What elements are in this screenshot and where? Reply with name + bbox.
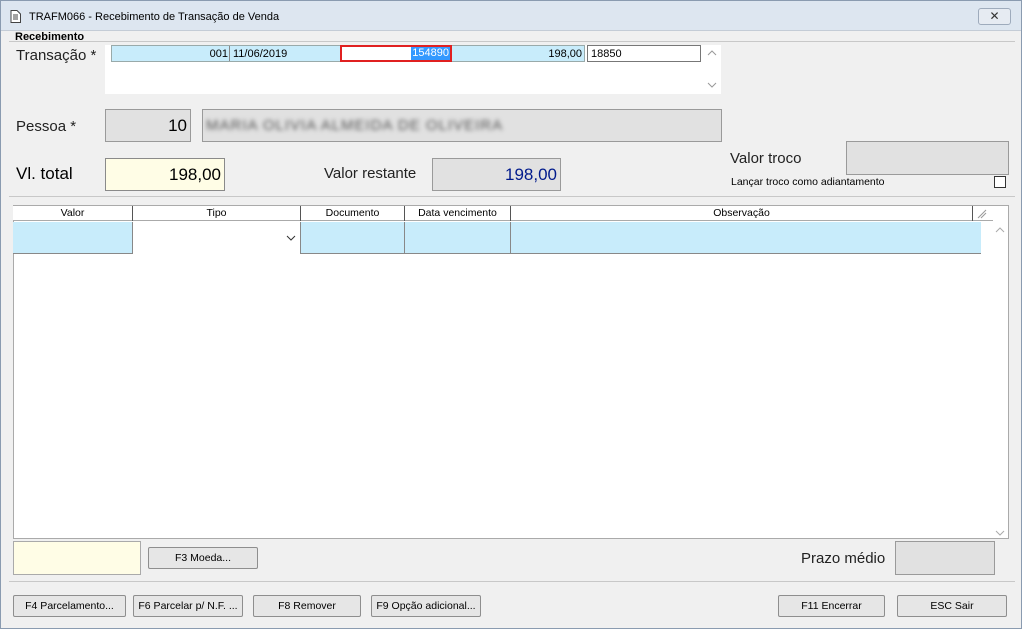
grid-header-tipo[interactable]: Tipo [133, 206, 301, 221]
cell-vencimento[interactable] [405, 222, 511, 254]
grid-header-valor[interactable]: Valor [13, 206, 133, 221]
cell-documento[interactable] [301, 222, 405, 254]
close-button[interactable]: ✕ [978, 8, 1011, 25]
restante-label: Valor restante [324, 165, 417, 182]
section-divider-2 [9, 196, 1015, 197]
transacao-number: 154890 [411, 47, 450, 60]
adiantamento-checkbox[interactable] [994, 176, 1006, 188]
parcelar-nf-button[interactable]: F6 Parcelar p/ N.F. ... [133, 595, 243, 617]
prazo-label: Prazo médio [801, 550, 886, 567]
transacao-code-field[interactable]: 18850 [587, 45, 701, 62]
grid-options-icon[interactable] [973, 206, 991, 221]
grid-scroll-up-icon[interactable] [995, 226, 1005, 234]
cell-valor[interactable] [13, 222, 133, 254]
window-title: TRAFM066 - Recebimento de Transação de V… [29, 11, 280, 23]
moeda-field[interactable] [13, 541, 141, 575]
grid-header-vencimento[interactable]: Data vencimento [405, 206, 511, 221]
transacao-label: Transação * [16, 47, 97, 64]
restante-field: 198,00 [432, 158, 561, 191]
scroll-up-icon[interactable] [707, 49, 717, 57]
cell-observacao[interactable] [511, 222, 981, 254]
troco-field[interactable] [846, 141, 1009, 175]
sair-button[interactable]: ESC Sair [897, 595, 1007, 617]
footer-divider [9, 581, 1015, 582]
pessoa-id-field[interactable]: 10 [105, 109, 191, 142]
transacao-code: 18850 [591, 48, 622, 60]
transacao-number-cell[interactable]: 154890 [340, 45, 452, 62]
scroll-down-icon[interactable] [707, 81, 717, 89]
chevron-down-icon[interactable] [286, 235, 296, 242]
pessoa-name: MARIA OLIVIA ALMEIDA DE OLIVEIRA [206, 117, 504, 134]
pessoa-name-field[interactable]: MARIA OLIVIA ALMEIDA DE OLIVEIRA [202, 109, 722, 142]
transacao-list[interactable]: 001 11/06/2019 154890 198,00 18850 [105, 45, 721, 94]
payment-grid[interactable] [13, 205, 1009, 539]
grid-header-documento[interactable]: Documento [301, 206, 405, 221]
moeda-button[interactable]: F3 Moeda... [148, 547, 258, 569]
transacao-value: 198,00 [548, 48, 582, 60]
prazo-field [895, 541, 995, 575]
title-bar: TRAFM066 - Recebimento de Transação de V… [1, 1, 1021, 31]
pessoa-label: Pessoa * [16, 118, 77, 135]
grid-header: Valor Tipo Documento Data vencimento Obs… [13, 205, 993, 221]
cell-tipo[interactable] [133, 222, 301, 254]
troco-label: Valor troco [730, 150, 802, 167]
table-row[interactable] [13, 222, 981, 254]
adiantamento-label: Lançar troco como adiantamento [731, 176, 885, 188]
col-sep [229, 46, 230, 61]
grid-header-observacao[interactable]: Observação [511, 206, 973, 221]
transacao-row[interactable]: 001 11/06/2019 154890 198,00 [111, 45, 585, 62]
transacao-date: 11/06/2019 [233, 48, 288, 60]
opcao-adicional-button[interactable]: F9 Opção adicional... [371, 595, 481, 617]
parcelamento-button[interactable]: F4 Parcelamento... [13, 595, 126, 617]
transacao-seq: 001 [209, 48, 228, 60]
total-label: Vl. total [16, 164, 73, 183]
restante-value: 198,00 [505, 165, 557, 184]
section-divider [9, 41, 1015, 42]
total-value: 198,00 [169, 165, 221, 184]
close-icon: ✕ [989, 9, 1000, 23]
pessoa-id: 10 [168, 116, 187, 135]
remover-button[interactable]: F8 Remover [253, 595, 361, 617]
encerrar-button[interactable]: F11 Encerrar [778, 595, 885, 617]
total-field[interactable]: 198,00 [105, 158, 225, 191]
document-icon [10, 10, 21, 23]
main-window: TRAFM066 - Recebimento de Transação de V… [0, 0, 1022, 629]
grid-scroll-down-icon[interactable] [995, 529, 1005, 537]
